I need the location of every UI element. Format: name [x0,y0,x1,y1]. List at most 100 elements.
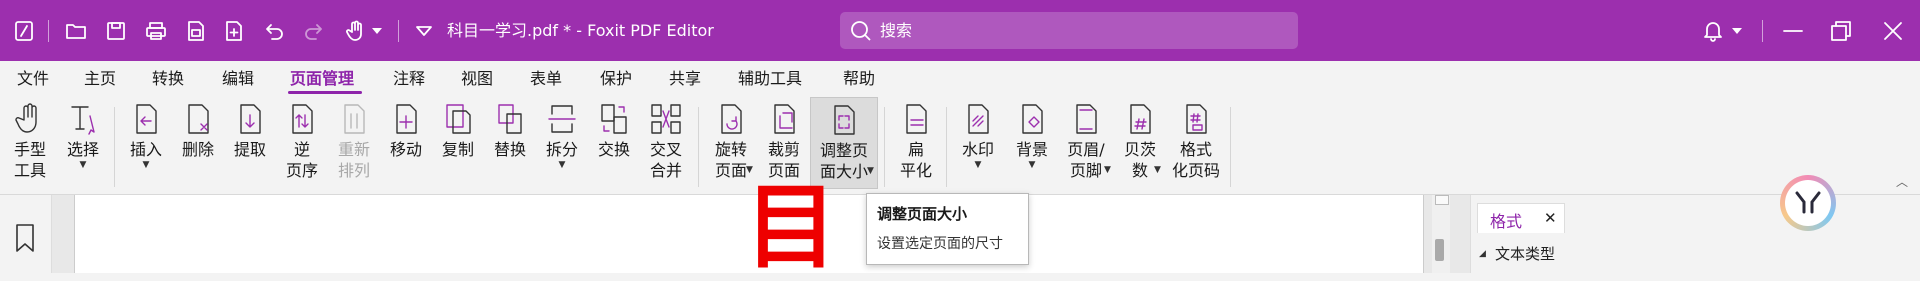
title-bar: 科目一学习.pdf * - Foxit PDF Editor 搜索 [0,0,1920,61]
rearrange-pages-button[interactable]: 重新 排列 [330,97,378,189]
watermark-button[interactable]: 水印 ▼ [952,97,1004,189]
select-button[interactable]: 选择 ▼ [58,97,108,189]
header-footer-button[interactable]: 页眉/ 页脚 ▼ [1058,97,1114,189]
save-icon[interactable] [104,0,128,61]
delete-page-icon [180,101,216,137]
restore-icon[interactable] [1826,0,1856,61]
chevron-down-icon: ▼ [867,166,874,176]
menu-bar: 文件 主页 转换 编辑 页面管理 注释 视图 表单 保护 共享 辅助工具 帮助 [0,61,1920,97]
text-select-icon [65,101,101,137]
chevron-down-icon: ▼ [142,160,150,170]
tab-view[interactable]: 视图 [461,61,493,97]
foxit-logo-icon[interactable] [12,0,36,61]
document-text: 目 [745,173,838,281]
separator [398,20,399,42]
tab-edit[interactable]: 编辑 [222,61,254,97]
undo-icon[interactable] [262,0,286,61]
split-icon [544,101,580,137]
separator [114,107,115,187]
reverse-pages-button[interactable]: 逆 页序 [278,97,326,189]
split-document-button[interactable]: 拆分 ▼ [538,97,586,189]
tab-protect[interactable]: 保护 [600,61,632,97]
delete-page-button[interactable]: 删除 [174,97,222,189]
tab-file[interactable]: 文件 [17,61,49,97]
insert-page-button[interactable]: 插入 ▼ [122,97,170,189]
chevron-down-icon: ▼ [974,160,982,170]
extract-page-button[interactable]: 提取 [226,97,274,189]
document-page[interactable]: 目 [74,181,1424,273]
header-footer-icon [1068,101,1104,137]
format-page-number-icon [1178,101,1214,137]
active-tab-indicator [288,91,362,94]
tab-share[interactable]: 共享 [669,61,701,97]
separator [884,107,885,187]
tab-convert[interactable]: 转换 [152,61,184,97]
tab-form[interactable]: 表单 [530,61,562,97]
tooltip-description: 设置选定页面的尺寸 [877,236,1003,252]
tab-accessibility[interactable]: 辅助工具 [738,61,802,97]
chevron-down-icon[interactable] [412,0,436,61]
scrollbar-thumb[interactable] [1435,239,1444,261]
search-input[interactable]: 搜索 [880,12,912,49]
print-icon[interactable] [144,0,168,61]
swap-pages-button[interactable]: 交换 [590,97,638,189]
tooltip-title: 调整页面大小 [877,205,968,223]
interleave-merge-button[interactable]: 交叉 合并 [642,97,690,189]
tab-format[interactable]: 格式 ✕ [1477,203,1565,233]
tab-comment[interactable]: 注释 [393,61,425,97]
flatten-icon [898,101,934,137]
chevron-down-icon: ▼ [1028,160,1036,170]
replace-page-button[interactable]: 替换 [486,97,534,189]
search-icon [850,20,872,46]
close-icon[interactable] [1878,0,1908,61]
interleave-icon [648,101,684,137]
tab-format-label: 格式 [1490,212,1523,231]
format-page-number-button[interactable]: 格式 化页码 [1168,97,1224,189]
swap-pages-icon [596,101,632,137]
background-button[interactable]: 背景 ▼ [1006,97,1058,189]
navigation-panel [0,195,52,273]
separator [1230,107,1231,187]
chevron-down-icon[interactable] [1730,0,1744,61]
redo-icon[interactable] [302,0,326,61]
create-pdf-icon[interactable] [184,0,208,61]
separator [698,107,699,187]
bookmark-icon[interactable] [14,223,36,257]
bates-number-button[interactable]: 贝茨 数 ▼ [1116,97,1164,189]
search-box[interactable]: 搜索 [840,12,1298,49]
collapse-ribbon-icon[interactable]: ︿ [1896,173,1908,190]
document-title: 科目一学习.pdf * - Foxit PDF Editor [447,21,714,40]
background-icon [1014,101,1050,137]
minimize-icon[interactable] [1778,0,1808,61]
close-icon[interactable]: ✕ [1544,209,1557,227]
watermark-icon [960,101,996,137]
open-folder-icon[interactable] [64,0,88,61]
chevron-down-icon: ▼ [558,160,566,170]
rotate-page-icon [713,101,749,137]
hand-tool-button[interactable]: 手型 工具 [6,97,54,189]
ai-assistant-button[interactable] [1780,175,1836,231]
tab-help[interactable]: 帮助 [843,61,875,97]
rearrange-pages-icon [336,101,372,137]
copy-page-icon [440,101,476,137]
flatten-button[interactable]: 扁 平化 [892,97,940,189]
bates-number-icon [1122,101,1158,137]
chevron-down-icon[interactable] [370,0,384,61]
move-page-icon [388,101,424,137]
replace-page-icon [492,101,528,137]
vertical-scrollbar[interactable] [1432,195,1450,273]
bell-icon[interactable] [1700,0,1726,61]
format-panel: 格式 ✕ ◢ 文本类型 [1470,195,1920,273]
crop-page-icon [766,101,802,137]
new-page-icon[interactable] [222,0,246,61]
tab-home[interactable]: 主页 [84,61,116,97]
copy-page-button[interactable]: 复制 [434,97,482,189]
resize-page-icon [826,102,862,138]
move-page-button[interactable]: 移动 [382,97,430,189]
hand-tool-icon[interactable] [344,0,368,61]
ai-assistant-icon [1785,180,1831,226]
section-text-type[interactable]: 文本类型 [1495,243,1555,264]
extract-page-icon [232,101,268,137]
chevron-down-icon[interactable]: ◢ [1479,249,1486,259]
separator [1762,20,1763,42]
